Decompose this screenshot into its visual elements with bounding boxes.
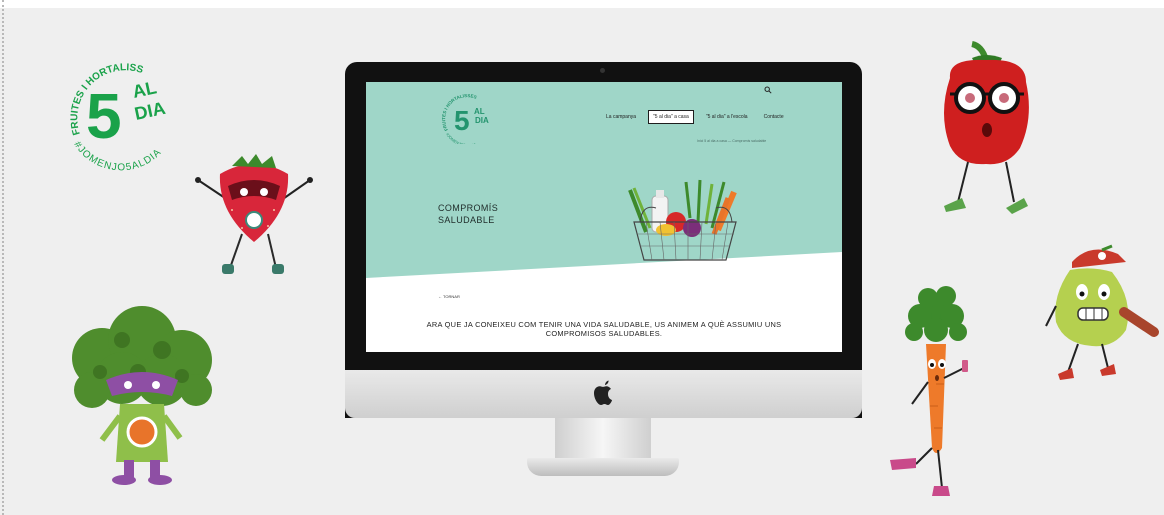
- site-logo-dia: DIA: [475, 116, 489, 125]
- apple-logo-icon: [594, 380, 612, 405]
- monitor-stand-base: [527, 458, 679, 476]
- search-icon[interactable]: [764, 86, 772, 94]
- breadcrumb[interactable]: Inici 5 al dia a casa — Compromís saluda…: [697, 139, 766, 143]
- camera-dot: [600, 68, 605, 73]
- back-link[interactable]: ← TORNAR: [438, 294, 460, 299]
- campaign-logo: FRUITES I HORTALISSES 5 AL DIA #JOMENJO5…: [52, 56, 167, 171]
- nav-contacte[interactable]: Contacte: [760, 111, 788, 123]
- site-logo[interactable]: FRUITES I HORTALISSES 5 AL DIA #JOMENJO5…: [438, 94, 500, 144]
- intro-text: ARA QUE JA CONEIXEU COM TENIR UNA VIDA S…: [426, 320, 782, 338]
- imac-monitor: FRUITES I HORTALISSES 5 AL DIA #JOMENJO5…: [345, 62, 862, 418]
- logo-al: AL: [131, 77, 159, 102]
- strawberry-character: [195, 154, 313, 274]
- page-title-line2: SALUDABLE: [438, 215, 495, 225]
- monitor-stand: [555, 418, 651, 460]
- broccoli-character: [72, 306, 212, 485]
- nav-5-al-dia-a-casa[interactable]: "5 al dia" a casa: [648, 110, 694, 124]
- logo-number: 5: [86, 80, 122, 152]
- nav-la-campanya[interactable]: La campanya: [602, 111, 640, 123]
- nav-5-al-dia-a-lescola[interactable]: "5 al dia" a l'escola: [702, 111, 752, 123]
- top-strip: [0, 0, 1164, 8]
- carrot-character: [890, 286, 968, 496]
- website-screen: FRUITES I HORTALISSES 5 AL DIA #JOMENJO5…: [366, 82, 842, 352]
- page-title-line1: COMPROMÍS: [438, 203, 499, 213]
- showcase-canvas: FRUITES I HORTALISSES 5 AL DIA #JOMENJO5…: [0, 0, 1164, 515]
- page-title: COMPROMÍS SALUDABLE: [438, 202, 528, 226]
- pepper-character: [944, 41, 1029, 214]
- vegetable-basket-image: [628, 179, 737, 261]
- logo-dia: DIA: [133, 98, 167, 124]
- pear-character: [1045, 244, 1159, 380]
- main-nav: La campanya "5 al dia" a casa "5 al dia"…: [602, 110, 788, 124]
- site-logo-number: 5: [454, 105, 470, 136]
- site-logo-al: AL: [474, 107, 485, 116]
- dotted-border: [2, 0, 4, 515]
